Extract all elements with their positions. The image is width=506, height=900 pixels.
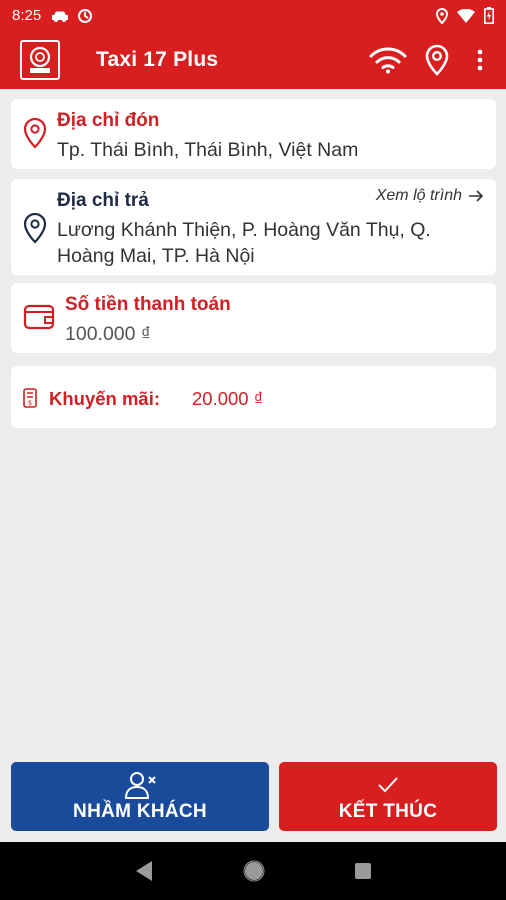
svg-text:$: $ bbox=[28, 399, 32, 407]
view-route-label: Xem lộ trình bbox=[375, 187, 462, 204]
back-icon[interactable] bbox=[134, 860, 154, 882]
status-time: 8:25 bbox=[12, 7, 42, 24]
location-button[interactable] bbox=[420, 40, 454, 80]
wallet-icon bbox=[23, 303, 55, 336]
system-nav-bar bbox=[0, 842, 506, 900]
dropoff-label: Địa chỉ trả bbox=[57, 190, 149, 211]
status-bar: 8:25 bbox=[0, 0, 506, 31]
app-title: Taxi 17 Plus bbox=[96, 48, 219, 71]
wifi-icon bbox=[457, 8, 475, 23]
battery-icon bbox=[484, 7, 494, 24]
check-icon bbox=[378, 776, 398, 792]
more-vert-icon bbox=[477, 49, 483, 71]
payment-card: Số tiền thanh toán 100.000 ₫ bbox=[11, 283, 496, 353]
promotion-card: $ Khuyến mãi: 20.000 ₫ bbox=[11, 366, 496, 428]
view-route-link[interactable]: Xem lộ trình bbox=[376, 187, 484, 205]
finish-trip-label: KẾT THÚC bbox=[338, 800, 438, 822]
pickup-card: Địa chỉ đón Tp. Thái Bình, Thái Bình, Vi… bbox=[11, 99, 496, 169]
wifi-icon bbox=[369, 47, 407, 74]
arrow-right-icon bbox=[469, 190, 484, 202]
finish-trip-button[interactable]: KẾT THÚC bbox=[279, 762, 497, 831]
wrong-customer-button[interactable]: NHẦM KHÁCH bbox=[11, 762, 269, 831]
dropoff-card: Địa chỉ trả Xem lộ trình Lương Khánh Thi… bbox=[11, 179, 496, 275]
wrong-customer-label: NHẦM KHÁCH bbox=[73, 800, 207, 822]
promotion-amount: 20.000 ₫ bbox=[192, 388, 264, 409]
car-icon bbox=[52, 11, 69, 22]
app-logo bbox=[20, 40, 60, 80]
promotion-icon: $ bbox=[23, 388, 37, 413]
more-options-button[interactable] bbox=[468, 40, 492, 80]
dropoff-address-line1: Lương Khánh Thiện, P. Hoàng Văn Thụ, Q. bbox=[57, 219, 431, 241]
dropoff-location-icon bbox=[23, 212, 47, 249]
pickup-label: Địa chỉ đón bbox=[57, 110, 160, 131]
location-icon bbox=[436, 7, 448, 24]
data-saver-icon bbox=[78, 8, 93, 23]
taxi-logo-icon bbox=[29, 46, 51, 73]
recents-icon[interactable] bbox=[354, 862, 372, 880]
promotion-label: Khuyến mãi: bbox=[49, 388, 161, 409]
dropoff-address-line2: Hoàng Mai, TP. Hà Nội bbox=[57, 245, 255, 267]
app-bar: Taxi 17 Plus bbox=[0, 31, 506, 89]
payment-label: Số tiền thanh toán bbox=[65, 294, 231, 315]
person-remove-icon bbox=[124, 771, 156, 799]
pickup-location-icon bbox=[23, 117, 47, 154]
payment-amount: 100.000 ₫ bbox=[65, 323, 151, 345]
pickup-address: Tp. Thái Bình, Thái Bình, Việt Nam bbox=[57, 139, 359, 161]
home-icon[interactable] bbox=[243, 860, 265, 882]
connection-button[interactable] bbox=[368, 40, 408, 80]
location-pin-icon bbox=[425, 44, 449, 76]
